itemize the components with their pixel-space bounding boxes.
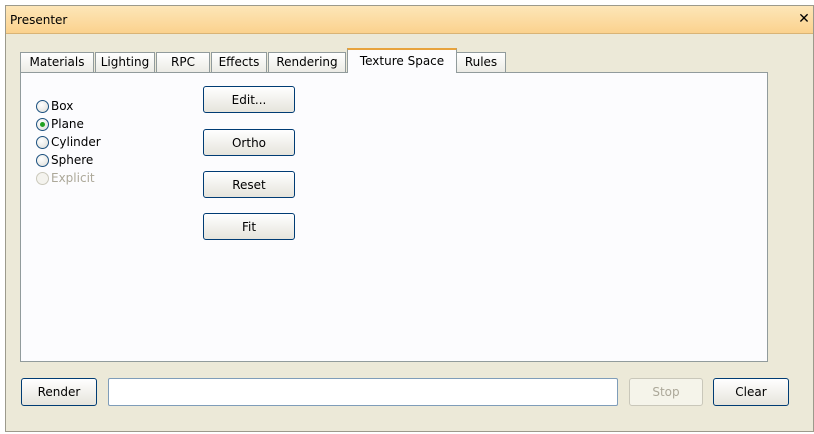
ortho-button[interactable]: Ortho xyxy=(203,129,295,156)
window-title: Presenter xyxy=(10,13,68,27)
radio-box[interactable]: Box xyxy=(36,97,73,115)
clear-button[interactable]: Clear xyxy=(713,378,789,406)
radio-explicit: Explicit xyxy=(36,169,95,187)
radio-plane[interactable]: Plane xyxy=(36,115,84,133)
tab-rpc[interactable]: RPC xyxy=(156,52,210,72)
tab-lighting[interactable]: Lighting xyxy=(95,52,155,72)
close-icon[interactable]: ✕ xyxy=(797,11,811,27)
tab-effects[interactable]: Effects xyxy=(211,52,267,72)
radio-sphere[interactable]: Sphere xyxy=(36,151,93,169)
radio-label: Cylinder xyxy=(51,135,101,149)
radio-label: Box xyxy=(51,99,74,113)
render-button[interactable]: Render xyxy=(21,378,97,406)
stop-button: Stop xyxy=(629,378,703,406)
presenter-window: Presenter ✕ Materials Lighting RPC Effec… xyxy=(5,5,814,432)
title-bar: Presenter ✕ xyxy=(6,6,813,34)
radio-button[interactable] xyxy=(36,135,49,149)
status-field[interactable] xyxy=(108,378,618,406)
edit-button[interactable]: Edit... xyxy=(203,86,295,113)
radio-label: Sphere xyxy=(51,153,94,167)
radio-label: Plane xyxy=(51,117,84,131)
tab-materials[interactable]: Materials xyxy=(20,52,94,72)
radio-button[interactable] xyxy=(36,153,49,167)
fit-button[interactable]: Fit xyxy=(203,213,295,240)
tab-texture-space[interactable]: Texture Space xyxy=(347,48,457,73)
radio-cylinder[interactable]: Cylinder xyxy=(36,133,101,151)
tab-rules[interactable]: Rules xyxy=(456,52,506,72)
reset-button[interactable]: Reset xyxy=(203,171,295,198)
texture-space-panel: Box Plane Cylinder Sphere Explicit Edit.… xyxy=(20,72,768,362)
radio-label: Explicit xyxy=(51,171,95,185)
tab-rendering[interactable]: Rendering xyxy=(268,52,346,72)
radio-button-selected[interactable] xyxy=(36,117,49,131)
radio-button-disabled xyxy=(36,171,49,185)
radio-button[interactable] xyxy=(36,99,49,113)
